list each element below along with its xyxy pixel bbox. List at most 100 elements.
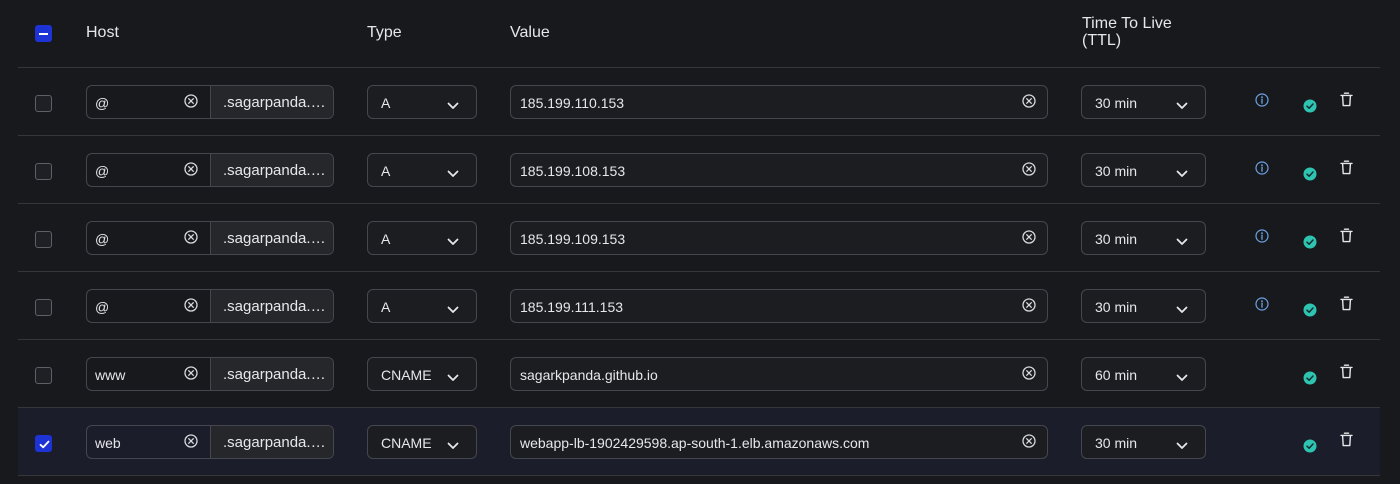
- type-select[interactable]: A: [367, 221, 477, 255]
- trash-icon[interactable]: [1340, 228, 1353, 243]
- column-header-ttl-line2: (TTL): [1082, 32, 1122, 49]
- host-value: web: [95, 435, 121, 451]
- info-icon[interactable]: [1255, 229, 1269, 243]
- trash-icon[interactable]: [1340, 160, 1353, 175]
- row-checkbox[interactable]: [35, 95, 52, 112]
- host-value: @: [95, 231, 110, 247]
- type-select[interactable]: A: [367, 289, 477, 323]
- chevron-down-icon: [447, 369, 459, 381]
- host-input[interactable]: web: [87, 426, 211, 458]
- chevron-down-icon: [447, 233, 459, 245]
- dns-record-row: www .sagarpanda.com CNAME sagarkpanda.githu…: [18, 339, 1380, 407]
- type-select[interactable]: CNAME: [367, 357, 477, 391]
- column-header-type: Type: [367, 24, 402, 41]
- clear-icon[interactable]: [184, 434, 198, 448]
- host-value: @: [95, 163, 110, 179]
- domain-suffix: .sagarpanda.com: [211, 86, 333, 118]
- host-field-group: @ .sagarpanda.com: [86, 289, 334, 323]
- record-value: 185.199.111.153: [520, 299, 624, 315]
- clear-icon[interactable]: [184, 94, 198, 108]
- clear-icon[interactable]: [1022, 94, 1036, 108]
- domain-suffix-text: .sagarpanda.com: [223, 298, 327, 315]
- clear-icon[interactable]: [1022, 298, 1036, 312]
- ttl-select[interactable]: 30 min: [1081, 221, 1206, 255]
- value-input[interactable]: 185.199.108.153: [510, 153, 1048, 187]
- chevron-down-icon: [447, 165, 459, 177]
- clear-icon[interactable]: [184, 298, 198, 312]
- row-checkbox[interactable]: [35, 163, 52, 180]
- ttl-select[interactable]: 60 min: [1081, 357, 1206, 391]
- trash-icon[interactable]: [1340, 92, 1353, 107]
- host-input[interactable]: @: [87, 290, 211, 322]
- ttl-select[interactable]: 30 min: [1081, 425, 1206, 459]
- clear-icon[interactable]: [184, 366, 198, 380]
- host-field-group: www .sagarpanda.com: [86, 357, 334, 391]
- host-field-group: @ .sagarpanda.com: [86, 85, 334, 119]
- host-input[interactable]: @: [87, 222, 211, 254]
- info-icon[interactable]: [1255, 297, 1269, 311]
- value-input[interactable]: 185.199.110.153: [510, 85, 1048, 119]
- host-input[interactable]: @: [87, 154, 211, 186]
- ttl-value: 30 min: [1095, 435, 1138, 451]
- trash-icon[interactable]: [1340, 296, 1353, 311]
- chevron-down-icon: [1176, 437, 1188, 449]
- check-circle-icon: [1303, 99, 1317, 113]
- domain-suffix-text: .sagarpanda.com: [223, 94, 327, 111]
- value-input[interactable]: 185.199.109.153: [510, 221, 1048, 255]
- dns-record-row: @ .sagarpanda.com A 185.199.110.153 30 min: [18, 67, 1380, 135]
- record-value: webapp-lb-1902429598.ap-south-1.elb.amaz…: [520, 435, 870, 451]
- chevron-down-icon: [447, 437, 459, 449]
- row-checkbox[interactable]: [35, 367, 52, 384]
- chevron-down-icon: [447, 301, 459, 313]
- clear-icon[interactable]: [1022, 366, 1036, 380]
- value-input[interactable]: sagarkpanda.github.io: [510, 357, 1048, 391]
- chevron-down-icon: [447, 97, 459, 109]
- column-header-value: Value: [510, 24, 550, 41]
- check-circle-icon: [1303, 167, 1317, 181]
- row-checkbox[interactable]: [35, 231, 52, 248]
- domain-suffix-text: .sagarpanda.com: [223, 366, 327, 383]
- clear-icon[interactable]: [1022, 230, 1036, 244]
- ttl-select[interactable]: 30 min: [1081, 153, 1206, 187]
- host-input[interactable]: www: [87, 358, 211, 390]
- column-header-host: Host: [86, 24, 119, 41]
- trash-icon[interactable]: [1340, 364, 1353, 379]
- type-value: A: [381, 231, 391, 247]
- ttl-value: 60 min: [1095, 367, 1138, 383]
- trash-icon[interactable]: [1340, 432, 1353, 447]
- domain-suffix: .sagarpanda.com: [211, 426, 333, 458]
- ttl-value: 30 min: [1095, 231, 1138, 247]
- dns-record-row: @ .sagarpanda.com A 185.199.111.153 30 min: [18, 271, 1380, 339]
- ttl-select[interactable]: 30 min: [1081, 85, 1206, 119]
- domain-suffix-text: .sagarpanda.com: [223, 434, 327, 451]
- column-header-ttl-line1: Time To Live: [1082, 15, 1172, 32]
- type-value: CNAME: [381, 367, 432, 383]
- clear-icon[interactable]: [1022, 162, 1036, 176]
- clear-icon[interactable]: [184, 230, 198, 244]
- chevron-down-icon: [1176, 369, 1188, 381]
- row-checkbox[interactable]: [35, 435, 52, 452]
- column-header-ttl: Time To Live (TTL): [1082, 15, 1212, 49]
- ttl-select[interactable]: 30 min: [1081, 289, 1206, 323]
- info-icon[interactable]: [1255, 161, 1269, 175]
- row-checkbox[interactable]: [35, 299, 52, 316]
- domain-suffix: .sagarpanda.com: [211, 154, 333, 186]
- info-icon[interactable]: [1255, 93, 1269, 107]
- clear-icon[interactable]: [1022, 434, 1036, 448]
- check-circle-icon: [1303, 303, 1317, 317]
- value-input[interactable]: 185.199.111.153: [510, 289, 1048, 323]
- chevron-down-icon: [1176, 97, 1188, 109]
- record-value: 185.199.109.153: [520, 231, 626, 247]
- type-select[interactable]: A: [367, 153, 477, 187]
- host-field-group: web .sagarpanda.com: [86, 425, 334, 459]
- type-select[interactable]: CNAME: [367, 425, 477, 459]
- type-select[interactable]: A: [367, 85, 477, 119]
- clear-icon[interactable]: [184, 162, 198, 176]
- select-all-checkbox[interactable]: [35, 25, 52, 42]
- host-input[interactable]: @: [87, 86, 211, 118]
- domain-suffix: .sagarpanda.com: [211, 290, 333, 322]
- host-value: www: [95, 367, 126, 383]
- check-circle-icon: [1303, 439, 1317, 453]
- value-input[interactable]: webapp-lb-1902429598.ap-south-1.elb.amaz…: [510, 425, 1048, 459]
- check-circle-icon: [1303, 371, 1317, 385]
